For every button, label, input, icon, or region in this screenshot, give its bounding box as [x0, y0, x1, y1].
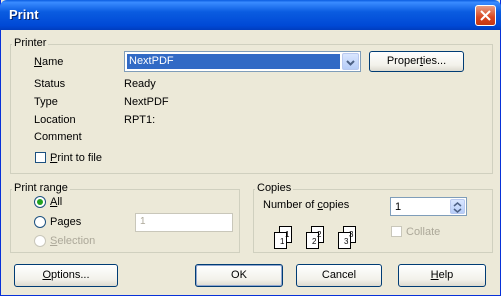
dropdown-button[interactable]	[342, 53, 359, 70]
close-button[interactable]	[475, 5, 496, 26]
location-value: RPT1:	[124, 114, 156, 126]
location-label: Location	[34, 114, 76, 126]
print-to-file-label[interactable]: Print to file	[50, 152, 102, 164]
pages-radio[interactable]	[34, 216, 46, 228]
spinner-arrows-icon	[453, 202, 462, 213]
status-label: Status	[34, 78, 66, 90]
chevron-down-icon	[346, 60, 355, 66]
printer-name-select[interactable]: NextPDF	[124, 51, 361, 72]
close-icon	[480, 10, 491, 21]
printer-legend: Printer	[12, 37, 49, 49]
collate-pages-icon: 1 1 2 2 3 3	[274, 226, 356, 249]
collate-checkbox[interactable]	[391, 226, 402, 237]
copies-value: 1	[395, 201, 402, 213]
page-number-label: 2	[317, 230, 322, 239]
collate-label[interactable]: Collate	[406, 226, 440, 238]
page-number-label: 3	[344, 237, 349, 246]
copies-legend: Copies	[255, 182, 294, 194]
selection-label[interactable]: Selection	[50, 235, 95, 247]
type-value: NextPDF	[124, 96, 169, 108]
pages-input[interactable]: 1	[135, 213, 233, 232]
status-value: Ready	[124, 78, 156, 90]
page-number-label: 3	[349, 230, 354, 239]
title-bar: Print	[0, 0, 501, 30]
radio-selected-dot	[37, 199, 43, 205]
page-number-label: 1	[285, 230, 290, 239]
pages-label[interactable]: Pages	[50, 216, 81, 228]
printer-name-value: NextPDF	[127, 54, 340, 69]
ok-button[interactable]: OK	[195, 264, 283, 287]
properties-button[interactable]: Properties...	[369, 51, 464, 72]
selection-radio[interactable]	[34, 235, 46, 247]
copies-spinner[interactable]: 1	[390, 197, 467, 216]
all-radio[interactable]	[34, 196, 46, 208]
all-label[interactable]: All	[50, 196, 62, 208]
collate-illustration: 1 1 2 2 3 3	[273, 226, 373, 252]
type-label: Type	[34, 96, 58, 108]
print-to-file-checkbox[interactable]	[35, 152, 46, 163]
print-dialog: Print Printer Name NextPDF Properties...…	[0, 0, 501, 296]
cancel-button[interactable]: Cancel	[296, 264, 382, 287]
spinner-buttons[interactable]	[450, 199, 465, 214]
page-number-label: 2	[312, 237, 317, 246]
number-of-copies-label: Number of copies	[263, 199, 350, 211]
comment-label: Comment	[34, 131, 82, 143]
page-number-label: 1	[280, 237, 285, 246]
print-range-legend: Print range	[12, 182, 70, 194]
name-label: Name	[34, 56, 64, 68]
options-button[interactable]: Options...	[14, 264, 118, 287]
help-button[interactable]: Help	[398, 264, 486, 287]
window-title: Print	[9, 7, 39, 22]
